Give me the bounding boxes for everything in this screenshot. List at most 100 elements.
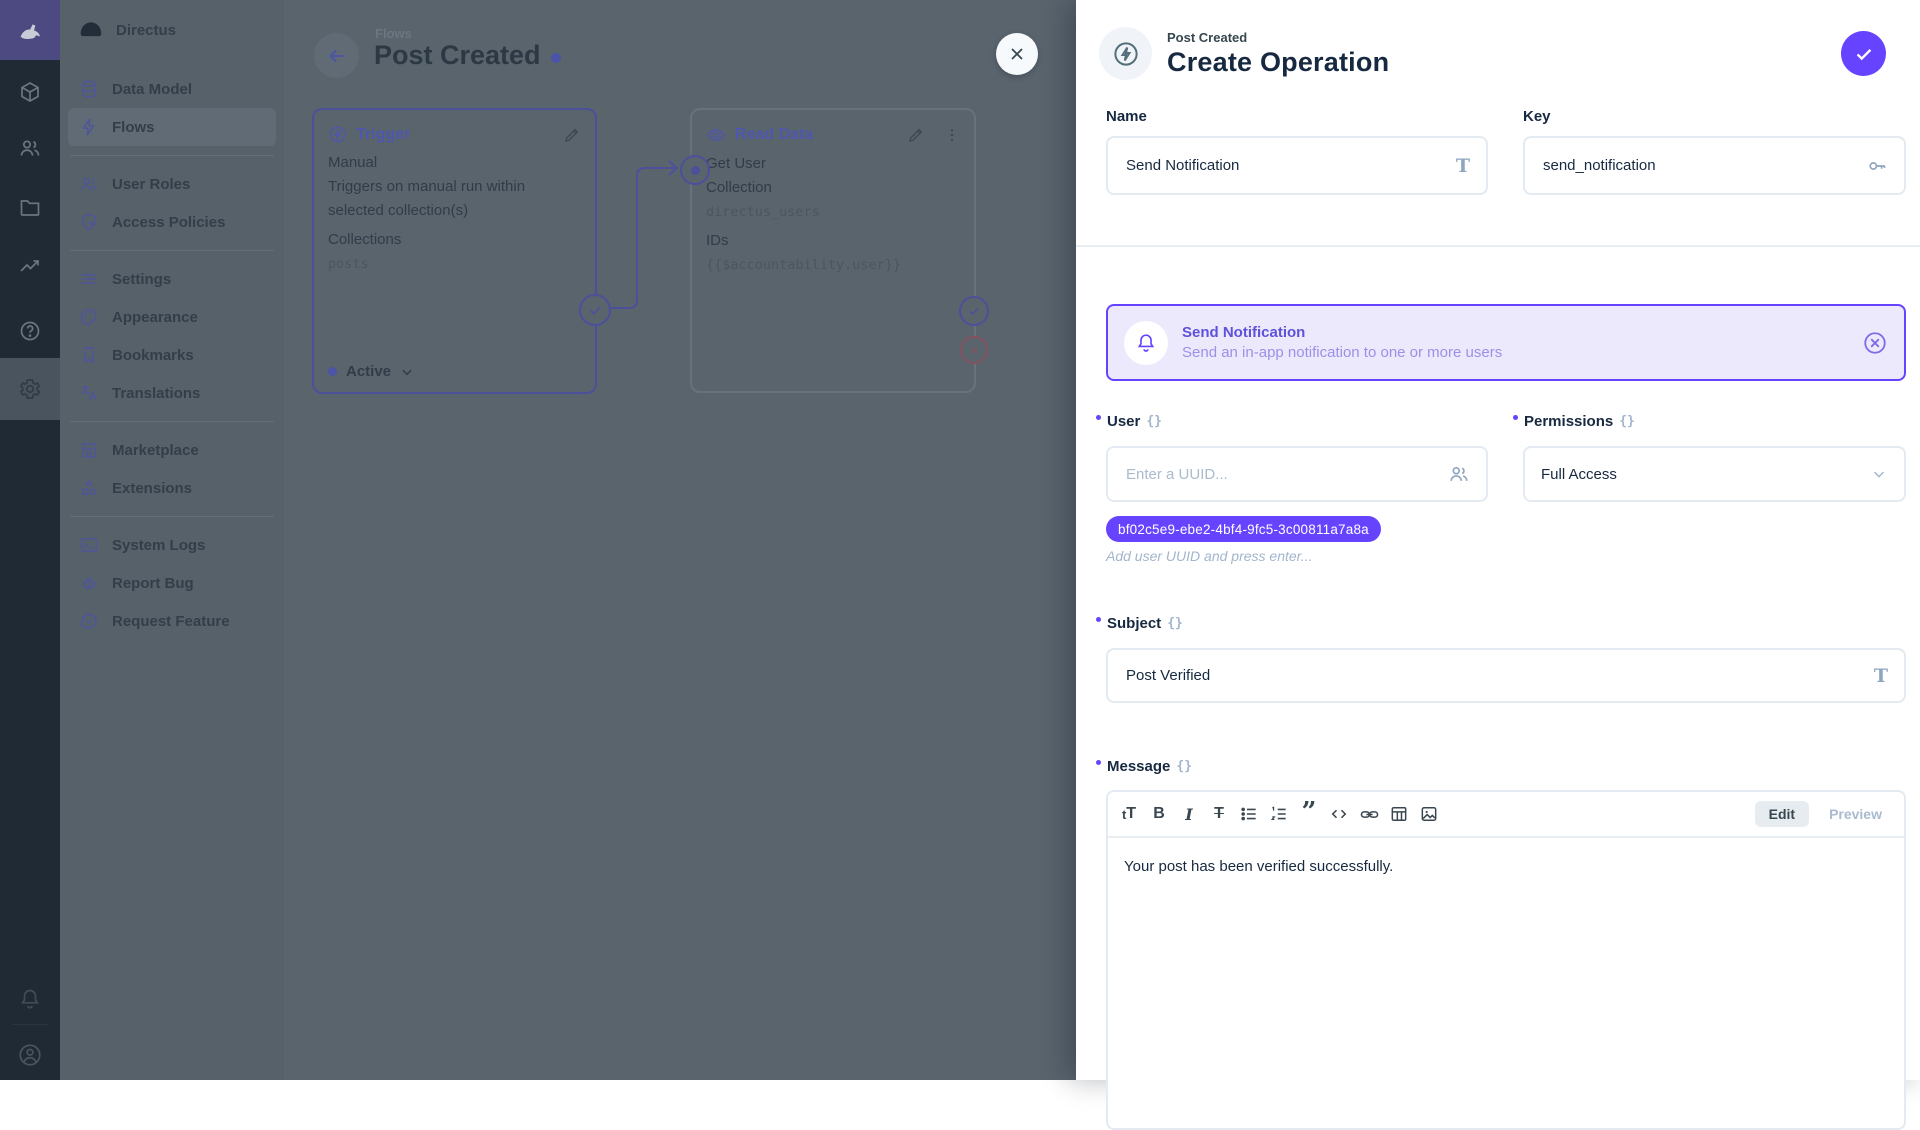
sidebar-item-appearance[interactable]: Appearance [68, 298, 276, 336]
read-data-input-connector[interactable] [680, 155, 710, 185]
sidebar-item-report-bug[interactable]: Report Bug [68, 564, 276, 602]
sidebar-item-label: Request Feature [112, 613, 230, 630]
editor-toolbar: tT B I T ” Edit Pre [1108, 792, 1904, 838]
banner-title: Send Notification [1182, 324, 1502, 341]
table-icon[interactable] [1384, 799, 1414, 829]
text-input-icon: T [1456, 155, 1470, 177]
insights-module[interactable] [0, 237, 60, 295]
directus-rabbit-logo[interactable] [0, 0, 60, 60]
numbered-list-icon[interactable] [1264, 799, 1294, 829]
raw-value-icon[interactable]: {} [1176, 759, 1192, 774]
edit-trigger-icon[interactable] [563, 126, 581, 144]
image-icon[interactable] [1414, 799, 1444, 829]
key-icon [1866, 155, 1888, 177]
trigger-bolt-icon [328, 125, 347, 144]
name-field-label: Name [1106, 108, 1147, 125]
nav-divider [70, 421, 274, 422]
user-avatar[interactable] [0, 1026, 60, 1084]
feature-badge-icon [78, 611, 100, 631]
ids-label: IDs [706, 229, 960, 253]
eye-icon [706, 125, 726, 145]
read-data-resolve-connector[interactable] [959, 296, 989, 326]
sidebar-item-translations[interactable]: Translations [68, 374, 276, 412]
flow-status-dot [551, 53, 561, 63]
subject-input[interactable] [1124, 666, 1864, 685]
chevron-down-icon [1870, 465, 1888, 483]
users-icon [18, 136, 42, 160]
italic-icon[interactable]: I [1174, 799, 1204, 829]
sidebar-item-system-logs[interactable]: System Logs [68, 526, 276, 564]
back-button[interactable] [314, 33, 359, 78]
notifications-button[interactable] [0, 970, 60, 1028]
name-input[interactable] [1124, 156, 1446, 175]
check-icon [588, 303, 603, 318]
bullet-list-icon[interactable] [1234, 799, 1264, 829]
settings-module[interactable] [0, 358, 60, 420]
trending-up-icon [18, 254, 42, 278]
folder-icon [18, 195, 42, 219]
drawer-title: Create Operation [1167, 47, 1389, 78]
raw-value-icon[interactable]: {} [1146, 414, 1162, 429]
gear-icon [18, 377, 42, 401]
sidebar-item-marketplace[interactable]: Marketplace [68, 431, 276, 469]
message-field-label: Message {} [1106, 758, 1192, 775]
content-module[interactable] [0, 63, 60, 121]
drawer-close-button[interactable] [996, 33, 1038, 75]
read-data-reject-connector[interactable] [960, 336, 988, 364]
edit-operation-icon[interactable] [907, 126, 925, 144]
create-operation-drawer: Post Created Create Operation Name T Key… [1076, 0, 1920, 1080]
key-field-label: Key [1523, 108, 1551, 125]
link-icon[interactable] [1354, 799, 1384, 829]
sidebar-item-bookmarks[interactable]: Bookmarks [68, 336, 276, 374]
drawer-header: Post Created Create Operation [1099, 27, 1389, 80]
code-icon[interactable] [1324, 799, 1354, 829]
trigger-output-connector[interactable] [579, 294, 611, 326]
user-uuid-input[interactable] [1124, 465, 1438, 484]
key-input[interactable] [1541, 156, 1856, 175]
close-icon [1007, 44, 1027, 64]
blockquote-icon[interactable]: ” [1294, 799, 1324, 829]
raw-value-icon[interactable]: {} [1619, 414, 1635, 429]
sidebar-item-label: Report Bug [112, 575, 194, 592]
sidebar-item-extensions[interactable]: Extensions [68, 469, 276, 507]
message-content[interactable]: Your post has been verified successfully… [1108, 838, 1904, 895]
edit-tab[interactable]: Edit [1755, 801, 1809, 827]
user-uuid-chip[interactable]: bf02c5e9-ebe2-4bf4-9fc5-3c00811a7a8a [1106, 516, 1381, 542]
strikethrough-icon[interactable]: T [1204, 799, 1234, 829]
banner-dismiss-button[interactable] [1862, 330, 1888, 356]
heading-icon[interactable]: tT [1114, 799, 1144, 829]
permissions-select[interactable]: Full Access [1523, 446, 1906, 502]
breadcrumb[interactable]: Flows [375, 26, 412, 41]
trigger-description: Triggers on manual run within selected c… [328, 175, 558, 223]
translate-icon [78, 383, 100, 403]
files-module[interactable] [0, 178, 60, 236]
operation-type-badge [1099, 27, 1152, 80]
operation-banner[interactable]: Send Notification Send an in-app notific… [1106, 304, 1906, 381]
sidebar-item-settings[interactable]: Settings [68, 260, 276, 298]
cube-icon [18, 80, 42, 104]
project-header[interactable]: Directus [60, 0, 284, 60]
docs-module[interactable] [0, 302, 60, 360]
user-field [1106, 446, 1488, 502]
sidebar-item-data-model[interactable]: Data Model [68, 70, 276, 108]
storefront-icon [78, 440, 100, 460]
permissions-field-label: Permissions {} [1523, 413, 1635, 430]
sidebar-item-user-roles[interactable]: User Roles [68, 165, 276, 203]
save-button[interactable] [1841, 31, 1886, 76]
permissions-value: Full Access [1541, 466, 1860, 483]
trigger-panel[interactable]: Trigger Manual Triggers on manual run wi… [312, 108, 597, 394]
preview-tab[interactable]: Preview [1817, 801, 1894, 827]
bold-icon[interactable]: B [1144, 799, 1174, 829]
read-data-panel[interactable]: Read Data Get User Collection directus_u… [690, 108, 976, 393]
sidebar-item-flows[interactable]: Flows [68, 108, 276, 146]
name-field: T [1106, 136, 1488, 195]
sidebar-item-request-feature[interactable]: Request Feature [68, 602, 276, 640]
raw-value-icon[interactable]: {} [1167, 616, 1183, 631]
kebab-menu-icon[interactable] [944, 127, 960, 143]
shield-lock-icon [78, 212, 100, 232]
user-helper-text: Add user UUID and press enter... [1106, 548, 1312, 564]
flow-status-toggle[interactable]: Active [328, 363, 414, 380]
sidebar-item-access-policies[interactable]: Access Policies [68, 203, 276, 241]
users-module[interactable] [0, 119, 60, 177]
nav-divider [70, 516, 274, 517]
